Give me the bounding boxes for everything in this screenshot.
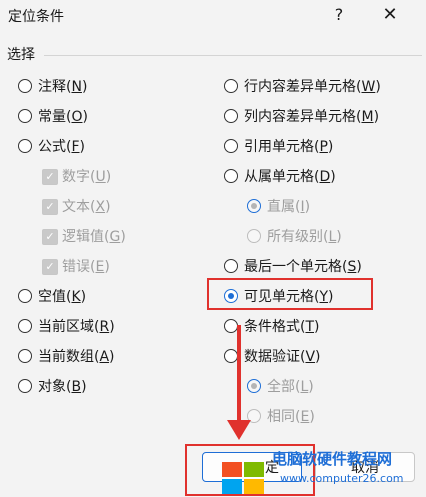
radio-icon <box>247 379 261 393</box>
radio-icon <box>224 139 238 153</box>
radio-icon <box>224 169 238 183</box>
radio-icon <box>18 139 32 153</box>
radio-icon <box>247 199 261 213</box>
close-icon[interactable]: ✕ <box>377 3 403 27</box>
group-label: 选择 <box>7 47 35 63</box>
check-icon: ✓ <box>42 229 58 245</box>
radio-icon <box>18 379 32 393</box>
window-title: 定位条件 <box>8 9 64 25</box>
check-icon: ✓ <box>42 169 58 185</box>
radio-icon <box>18 349 32 363</box>
group-divider <box>44 55 422 56</box>
highlight-box-visible-cells <box>207 278 373 310</box>
check-icon: ✓ <box>42 259 58 275</box>
radio-icon <box>18 109 32 123</box>
watermark-title: 电脑软硬件教程网 <box>272 450 393 468</box>
watermark-url: www.computer26.com <box>280 472 404 485</box>
help-icon[interactable]: ? <box>326 3 352 27</box>
radio-icon <box>247 229 261 243</box>
radio-icon <box>18 79 32 93</box>
annotation-arrow-shaft <box>237 325 241 425</box>
radio-icon <box>224 109 238 123</box>
annotation-arrow-head <box>227 420 251 440</box>
title-bar: 定位条件 ? ✕ <box>0 0 426 34</box>
radio-icon <box>224 259 238 273</box>
radio-icon <box>224 319 238 333</box>
radio-icon <box>18 319 32 333</box>
windows-logo-icon <box>222 462 264 494</box>
radio-icon <box>18 289 32 303</box>
check-icon: ✓ <box>42 199 58 215</box>
radio-icon <box>224 79 238 93</box>
radio-icon <box>224 349 238 363</box>
